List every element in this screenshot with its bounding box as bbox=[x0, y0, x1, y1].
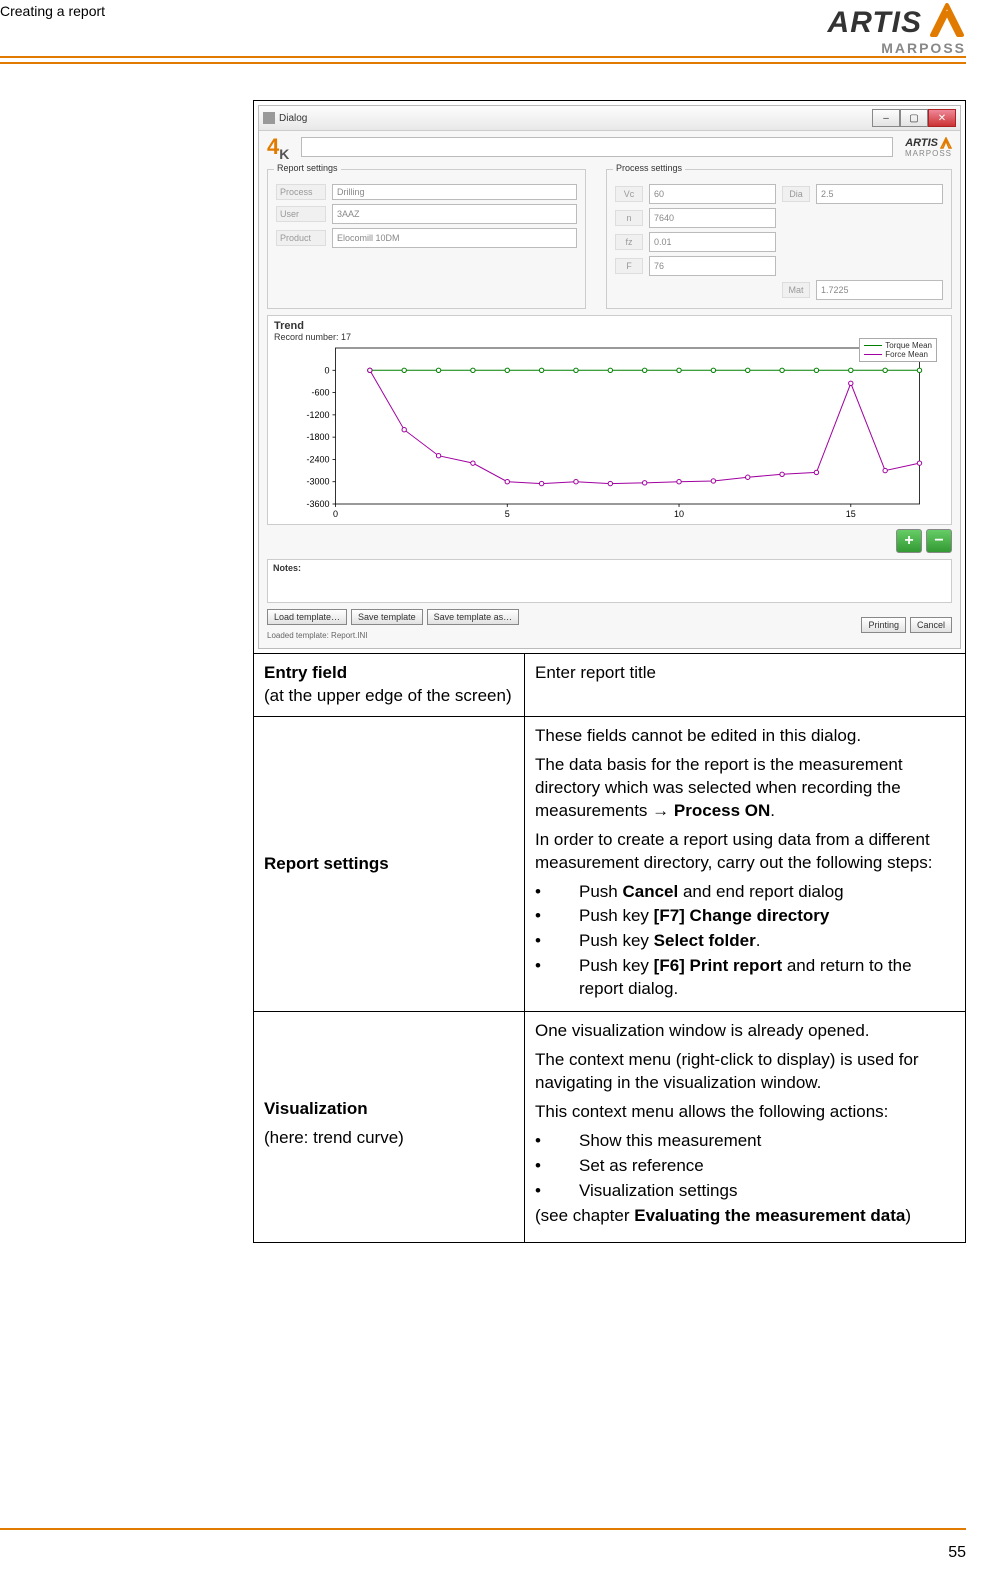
save-template-as-button[interactable]: Save template as… bbox=[427, 609, 520, 625]
chart-title: Trend bbox=[274, 320, 945, 332]
list-item: •Visualization settings bbox=[535, 1180, 955, 1203]
list-item: •Push Cancel and end report dialog bbox=[535, 881, 955, 904]
mat-label: Mat bbox=[782, 282, 810, 298]
svg-text:5: 5 bbox=[505, 509, 510, 519]
brand-artis-icon bbox=[928, 3, 966, 42]
process-label: Process bbox=[276, 184, 326, 200]
vc-label: Vc bbox=[615, 186, 643, 202]
entry-field-sub: (at the upper edge of the screen) bbox=[264, 686, 512, 705]
table-row: Visualization (here: trend curve) One vi… bbox=[254, 1012, 966, 1243]
brand-mini: ARTIS MARPOSS bbox=[905, 137, 952, 158]
visualization-sub: (here: trend curve) bbox=[264, 1127, 514, 1150]
vis-p3: This context menu allows the following a… bbox=[535, 1101, 955, 1124]
user-label: User bbox=[276, 206, 326, 222]
rs-p1: These fields cannot be edited in this di… bbox=[535, 725, 955, 748]
product-4k-logo: 4K bbox=[267, 137, 289, 165]
vc-field[interactable] bbox=[649, 184, 776, 204]
process-settings-group: Process settings Vc Dia n fz bbox=[606, 169, 952, 309]
list-item: •Push key [F7] Change directory bbox=[535, 905, 955, 928]
f-label: F bbox=[615, 258, 643, 274]
dialog-title: Dialog bbox=[279, 113, 307, 124]
dialog-screenshot: Dialog – ▢ ✕ 4K ARTIS bbox=[253, 100, 966, 654]
svg-text:-1800: -1800 bbox=[306, 432, 329, 442]
cancel-button[interactable]: Cancel bbox=[910, 617, 952, 633]
report-title-input[interactable] bbox=[301, 137, 893, 157]
visualization-heading: Visualization bbox=[264, 1099, 368, 1118]
report-settings-group: Report settings Process Drilling User Pr… bbox=[267, 169, 586, 309]
rs-p3: In order to create a report using data f… bbox=[535, 829, 955, 875]
process-select[interactable]: Drilling bbox=[332, 184, 577, 200]
vis-p2: The context menu (right-click to display… bbox=[535, 1049, 955, 1095]
svg-text:-1200: -1200 bbox=[306, 410, 329, 420]
chart-svg: 0 -600 -1200 -1800 -2400 -3000 -3600 0 5 10 15 bbox=[274, 342, 945, 522]
list-item: •Show this measurement bbox=[535, 1130, 955, 1153]
running-header: Creating a report bbox=[0, 3, 966, 19]
report-settings-heading: Report settings bbox=[264, 854, 389, 873]
status-text: Loaded template: Report.INI bbox=[267, 631, 519, 640]
brand-logo: ARTIS MARPOSS bbox=[828, 3, 966, 56]
list-item: •Set as reference bbox=[535, 1155, 955, 1178]
chart-legend: Torque Mean Force Mean bbox=[859, 338, 937, 362]
add-visualization-button[interactable]: + bbox=[896, 529, 922, 553]
header-rule bbox=[0, 56, 966, 64]
remove-visualization-button[interactable]: − bbox=[926, 529, 952, 553]
save-template-button[interactable]: Save template bbox=[351, 609, 423, 625]
svg-text:-600: -600 bbox=[311, 388, 329, 398]
svg-text:-3000: -3000 bbox=[306, 477, 329, 487]
dia-field[interactable] bbox=[816, 184, 943, 204]
maximize-button[interactable]: ▢ bbox=[900, 109, 928, 127]
chart-subtitle: Record number: 17 bbox=[274, 332, 945, 342]
user-field[interactable] bbox=[332, 204, 577, 224]
dialog-titlebar: Dialog – ▢ ✕ bbox=[259, 106, 960, 131]
printing-button[interactable]: Printing bbox=[861, 617, 906, 633]
svg-text:0: 0 bbox=[333, 509, 338, 519]
vis-p1: One visualization window is already open… bbox=[535, 1020, 955, 1043]
entry-field-desc: Enter report title bbox=[525, 654, 966, 717]
fz-label: fz bbox=[615, 234, 643, 250]
svg-text:-2400: -2400 bbox=[306, 454, 329, 464]
vis-p4: (see chapter Evaluating the measurement … bbox=[535, 1205, 955, 1228]
app-icon bbox=[263, 112, 275, 124]
trend-chart: Trend Record number: 17 Torque Mean Forc… bbox=[267, 315, 952, 525]
list-item: •Push key [F6] Print report and return t… bbox=[535, 955, 955, 1001]
brand-artis-text: ARTIS bbox=[828, 6, 922, 40]
f-field[interactable] bbox=[649, 256, 776, 276]
svg-text:10: 10 bbox=[674, 509, 684, 519]
page-number: 55 bbox=[948, 1544, 966, 1562]
report-settings-legend: Report settings bbox=[274, 163, 341, 173]
minimize-button[interactable]: – bbox=[872, 109, 900, 127]
description-table: Entry field (at the upper edge of the sc… bbox=[253, 653, 966, 1243]
fz-field[interactable] bbox=[649, 232, 776, 252]
list-item: •Push key Select folder. bbox=[535, 930, 955, 953]
table-row: Entry field (at the upper edge of the sc… bbox=[254, 654, 966, 717]
product-field[interactable] bbox=[332, 228, 577, 248]
svg-text:15: 15 bbox=[846, 509, 856, 519]
dia-label: Dia bbox=[782, 186, 810, 202]
entry-field-heading: Entry field bbox=[264, 663, 347, 682]
mat-field[interactable] bbox=[816, 280, 943, 300]
svg-text:0: 0 bbox=[324, 365, 329, 375]
table-row: Report settings These fields cannot be e… bbox=[254, 716, 966, 1011]
footer-rule bbox=[0, 1528, 966, 1530]
brand-marposs-text: MARPOSS bbox=[828, 40, 966, 56]
process-settings-legend: Process settings bbox=[613, 163, 685, 173]
rs-p2: The data basis for the report is the mea… bbox=[535, 754, 955, 823]
n-label: n bbox=[615, 210, 643, 226]
product-label: Product bbox=[276, 230, 326, 246]
close-button[interactable]: ✕ bbox=[928, 109, 956, 127]
n-field[interactable] bbox=[649, 208, 776, 228]
svg-text:-3600: -3600 bbox=[306, 499, 329, 509]
notes-textarea[interactable]: Notes: bbox=[267, 559, 952, 603]
load-template-button[interactable]: Load template… bbox=[267, 609, 347, 625]
